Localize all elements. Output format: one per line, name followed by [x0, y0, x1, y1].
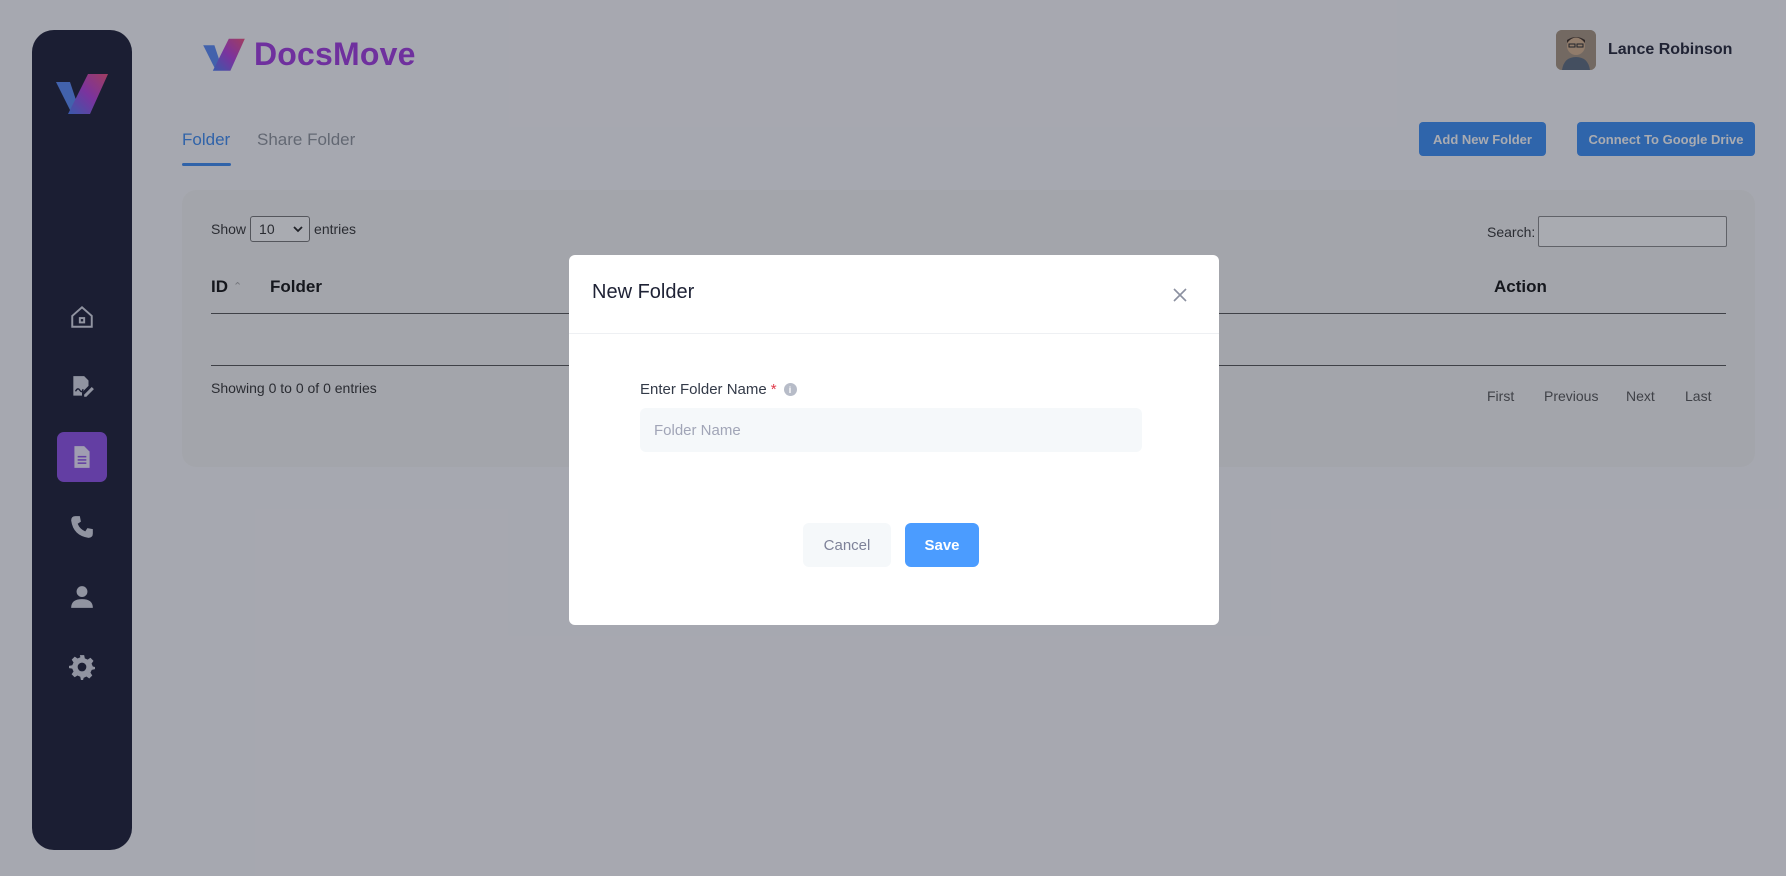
folder-name-input[interactable] — [640, 408, 1142, 452]
modal-header-divider — [569, 333, 1219, 334]
folder-name-label-text: Enter Folder Name — [640, 381, 767, 398]
page: DocsMove Lance Robinson Folder Share Fol… — [0, 0, 1786, 876]
save-button[interactable]: Save — [905, 523, 979, 567]
required-mark: * — [770, 381, 777, 398]
close-icon[interactable] — [1170, 285, 1190, 305]
folder-name-label: Enter Folder Name * i — [640, 381, 797, 398]
new-folder-modal: New Folder Enter Folder Name * i Cancel … — [569, 255, 1219, 625]
info-icon[interactable]: i — [783, 383, 797, 396]
cancel-button[interactable]: Cancel — [803, 523, 891, 567]
modal-title: New Folder — [592, 281, 695, 303]
